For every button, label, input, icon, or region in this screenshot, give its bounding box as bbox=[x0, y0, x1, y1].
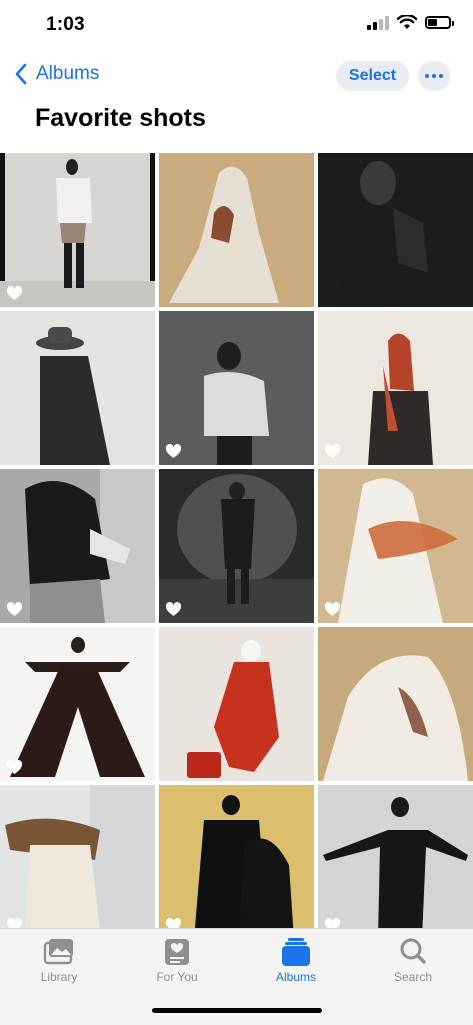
photo-image bbox=[0, 785, 155, 939]
navigation-bar: Albums Select bbox=[0, 55, 473, 99]
tab-albums[interactable]: Albums bbox=[246, 937, 346, 984]
photo-image bbox=[0, 311, 155, 465]
photo-image bbox=[0, 153, 155, 307]
photo-image bbox=[159, 627, 314, 781]
status-icons bbox=[367, 15, 454, 30]
photo-thumbnail[interactable] bbox=[0, 311, 155, 465]
ellipsis-icon bbox=[425, 74, 429, 78]
status-time: 1:03 bbox=[46, 14, 85, 35]
status-bar: 1:03 bbox=[0, 0, 473, 50]
photo-image bbox=[318, 785, 473, 939]
more-options-button[interactable] bbox=[418, 61, 450, 91]
tab-albums-label: Albums bbox=[275, 970, 316, 984]
photo-thumbnail[interactable] bbox=[0, 153, 155, 307]
photo-image bbox=[318, 311, 473, 465]
photo-thumbnail[interactable] bbox=[0, 627, 155, 781]
photo-thumbnail[interactable] bbox=[159, 469, 314, 623]
favorite-heart-icon bbox=[6, 602, 23, 616]
photo-image bbox=[0, 469, 155, 623]
photo-image bbox=[159, 785, 314, 939]
home-indicator bbox=[152, 1008, 322, 1013]
photo-thumbnail[interactable] bbox=[159, 785, 314, 939]
photo-library-icon bbox=[43, 939, 73, 965]
favorite-heart-icon bbox=[324, 444, 341, 458]
photo-image bbox=[0, 627, 155, 781]
search-icon bbox=[400, 938, 426, 964]
select-button[interactable]: Select bbox=[336, 61, 409, 91]
tab-for-you[interactable]: For You bbox=[127, 937, 227, 984]
photo-thumbnail[interactable] bbox=[318, 627, 473, 781]
favorite-heart-icon bbox=[165, 602, 182, 616]
tab-search[interactable]: Search bbox=[363, 937, 463, 984]
favorite-heart-icon bbox=[165, 444, 182, 458]
favorite-heart-icon bbox=[6, 286, 23, 300]
tab-library[interactable]: Library bbox=[9, 937, 109, 984]
chevron-left-icon bbox=[15, 63, 27, 85]
photo-thumbnail[interactable] bbox=[318, 469, 473, 623]
favorite-heart-icon bbox=[324, 602, 341, 616]
photo-grid bbox=[0, 153, 473, 939]
albums-icon bbox=[282, 938, 310, 966]
cellular-signal-icon bbox=[367, 15, 389, 30]
photo-image bbox=[159, 153, 314, 307]
back-button[interactable]: Albums bbox=[14, 63, 99, 85]
tab-for-you-label: For You bbox=[156, 970, 198, 984]
photo-thumbnail[interactable] bbox=[318, 785, 473, 939]
photo-thumbnail[interactable] bbox=[159, 153, 314, 307]
favorite-heart-icon bbox=[6, 760, 23, 774]
back-label: Albums bbox=[36, 63, 100, 84]
photo-thumbnail[interactable] bbox=[318, 311, 473, 465]
photo-image bbox=[159, 469, 314, 623]
tab-search-label: Search bbox=[393, 970, 433, 984]
battery-icon bbox=[425, 16, 454, 29]
wifi-icon bbox=[397, 15, 417, 29]
photo-image bbox=[159, 311, 314, 465]
photo-thumbnail[interactable] bbox=[159, 627, 314, 781]
photo-thumbnail[interactable] bbox=[0, 469, 155, 623]
photo-thumbnail[interactable] bbox=[159, 311, 314, 465]
photo-thumbnail[interactable] bbox=[318, 153, 473, 307]
photo-image bbox=[318, 627, 473, 781]
for-you-icon bbox=[165, 939, 189, 965]
photo-image bbox=[318, 469, 473, 623]
page-title: Favorite shots bbox=[35, 104, 206, 132]
photo-thumbnail[interactable] bbox=[0, 785, 155, 939]
photo-image bbox=[318, 153, 473, 307]
tab-library-label: Library bbox=[40, 970, 78, 984]
